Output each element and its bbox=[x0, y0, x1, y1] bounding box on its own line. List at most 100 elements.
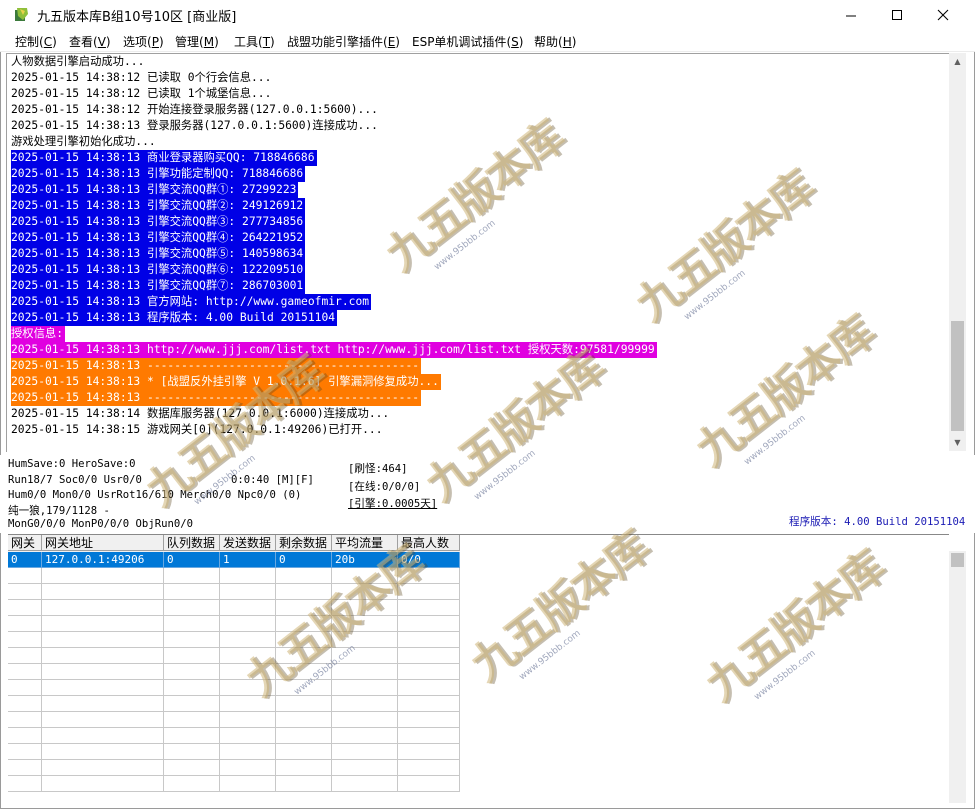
log-line: 2025-01-15 14:38:13 引擎交流QQ群①: 27299223 bbox=[11, 182, 299, 198]
table-cell bbox=[332, 728, 398, 744]
log-line: 2025-01-15 14:38:13 引擎交流QQ群⑤: 140598634 bbox=[11, 246, 306, 262]
table-cell bbox=[276, 696, 332, 712]
log-scrollbar[interactable]: ▲ ▼ bbox=[949, 53, 966, 451]
log-line: 2025-01-15 14:38:13 --------------------… bbox=[11, 358, 422, 374]
table-cell bbox=[164, 648, 220, 664]
table-cell bbox=[42, 632, 164, 648]
column-header[interactable]: 平均流量 bbox=[332, 535, 398, 551]
menu-label: 选项 bbox=[123, 35, 148, 49]
table-cell bbox=[332, 760, 398, 776]
column-header[interactable]: 剩余数据 bbox=[276, 535, 332, 551]
table-cell bbox=[332, 744, 398, 760]
table-cell bbox=[220, 680, 276, 696]
menu-label: 工具 bbox=[234, 35, 259, 49]
table-cell bbox=[42, 648, 164, 664]
table-cell bbox=[8, 728, 42, 744]
status-timer: 0:0:40 [M][F] bbox=[231, 474, 314, 486]
table-cell bbox=[332, 680, 398, 696]
table-cell bbox=[332, 632, 398, 648]
menu-accel-key: C bbox=[43, 35, 53, 49]
table-cell bbox=[398, 632, 460, 648]
minimize-button[interactable] bbox=[828, 0, 874, 30]
table-cell bbox=[332, 616, 398, 632]
table-scroll-thumb[interactable] bbox=[951, 553, 964, 567]
table-cell bbox=[332, 568, 398, 584]
log-line: 2025-01-15 14:38:13 商业登录器购买QQ: 718846686 bbox=[11, 150, 317, 166]
table-cell bbox=[8, 760, 42, 776]
table-cell bbox=[220, 664, 276, 680]
table-cell bbox=[220, 744, 276, 760]
table-cell bbox=[276, 680, 332, 696]
menu-options[interactable]: 选项(P) bbox=[123, 33, 164, 50]
table-cell bbox=[42, 744, 164, 760]
log-line: 2025-01-15 14:38:13 登录服务器(127.0.0.1:5600… bbox=[11, 119, 378, 132]
close-button[interactable] bbox=[920, 0, 966, 30]
table-cell bbox=[42, 728, 164, 744]
menu-accel-key: E bbox=[387, 35, 396, 49]
gateway-table[interactable]: 网关 网关地址 队列数据 发送数据 剩余数据 平均流量 最高人数 0 127.0.0.1:49… bbox=[8, 534, 949, 804]
table-cell bbox=[398, 664, 460, 680]
log-line: 2025-01-15 14:38:13 --------------------… bbox=[11, 390, 422, 406]
column-header[interactable]: 网关地址 bbox=[42, 535, 164, 551]
table-cell bbox=[8, 600, 42, 616]
table-cell bbox=[398, 616, 460, 632]
column-header[interactable]: 网关 bbox=[8, 535, 42, 551]
table-cell bbox=[276, 776, 332, 792]
table-cell bbox=[42, 776, 164, 792]
scroll-up-icon[interactable]: ▲ bbox=[949, 53, 966, 70]
menu-label: ESP单机调试插件 bbox=[412, 35, 507, 49]
log-line: 2025-01-15 14:38:13 http://www.jjj.com/l… bbox=[11, 342, 657, 358]
log-line: 2025-01-15 14:38:13 引擎交流QQ群②: 249126912 bbox=[11, 198, 306, 214]
status-save: HumSave:0 HeroSave:0 bbox=[8, 458, 136, 470]
menu-esp-plugin[interactable]: ESP单机调试插件(S) bbox=[412, 33, 523, 50]
menu-label: 查看 bbox=[69, 35, 94, 49]
close-icon bbox=[937, 9, 949, 21]
table-cell bbox=[220, 648, 276, 664]
engine-label: [引擎:0.0005天] bbox=[348, 498, 438, 510]
log-scroll-thumb[interactable] bbox=[951, 321, 964, 431]
menu-accel-key: T bbox=[262, 35, 271, 49]
table-cell bbox=[276, 760, 332, 776]
maximize-button[interactable] bbox=[874, 0, 920, 30]
table-cell: 0 bbox=[276, 552, 332, 568]
menu-alliance-plugin[interactable]: 战盟功能引擎插件(E) bbox=[287, 33, 400, 50]
table-cell bbox=[332, 664, 398, 680]
log-line: 2025-01-15 14:38:13 引擎功能定制QQ: 718846686 bbox=[11, 166, 306, 182]
table-cell bbox=[8, 680, 42, 696]
table-cell bbox=[276, 664, 332, 680]
table-cell bbox=[276, 728, 332, 744]
table-cell bbox=[398, 712, 460, 728]
table-cell bbox=[164, 760, 220, 776]
table-cell bbox=[164, 664, 220, 680]
table-cell bbox=[220, 696, 276, 712]
menu-control[interactable]: 控制(C) bbox=[15, 33, 57, 50]
table-cell bbox=[42, 616, 164, 632]
log-line: 2025-01-15 14:38:13 引擎交流QQ群⑥: 122209510 bbox=[11, 262, 306, 278]
table-cell bbox=[398, 728, 460, 744]
menu-tools[interactable]: 工具(T) bbox=[234, 33, 275, 50]
table-cell bbox=[220, 712, 276, 728]
table-cell bbox=[276, 744, 332, 760]
table-cell bbox=[332, 584, 398, 600]
table-cell bbox=[276, 616, 332, 632]
scroll-down-icon[interactable]: ▼ bbox=[949, 434, 966, 451]
menu-view[interactable]: 查看(V) bbox=[69, 33, 111, 50]
menu-help[interactable]: 帮助(H) bbox=[534, 33, 576, 50]
version-label: 程序版本: 4.00 Build 20151104 bbox=[789, 516, 966, 528]
table-cell bbox=[276, 648, 332, 664]
table-cell bbox=[276, 712, 332, 728]
table-cell bbox=[164, 712, 220, 728]
column-header[interactable]: 队列数据 bbox=[164, 535, 220, 551]
column-header[interactable]: 最高人数 bbox=[398, 535, 460, 551]
log-line: 游戏处理引擎初始化成功... bbox=[11, 135, 156, 148]
menu-manage[interactable]: 管理(M) bbox=[175, 33, 219, 50]
status-monster: MonG0/0/0 MonP0/0/0 ObjRun0/0 bbox=[8, 518, 193, 530]
column-header[interactable]: 发送数据 bbox=[220, 535, 276, 551]
log-line: 2025-01-15 14:38:13 程序版本: 4.00 Build 201… bbox=[11, 310, 338, 326]
window-title: 九五版本库B组10号10区 [商业版] bbox=[37, 10, 237, 25]
table-scrollbar[interactable] bbox=[949, 551, 966, 803]
log-panel[interactable]: 人物数据引擎启动成功... 2025-01-15 14:38:12 已读取 0个行… bbox=[6, 53, 950, 452]
table-cell bbox=[8, 584, 42, 600]
table-cell bbox=[398, 760, 460, 776]
table-cell bbox=[332, 712, 398, 728]
